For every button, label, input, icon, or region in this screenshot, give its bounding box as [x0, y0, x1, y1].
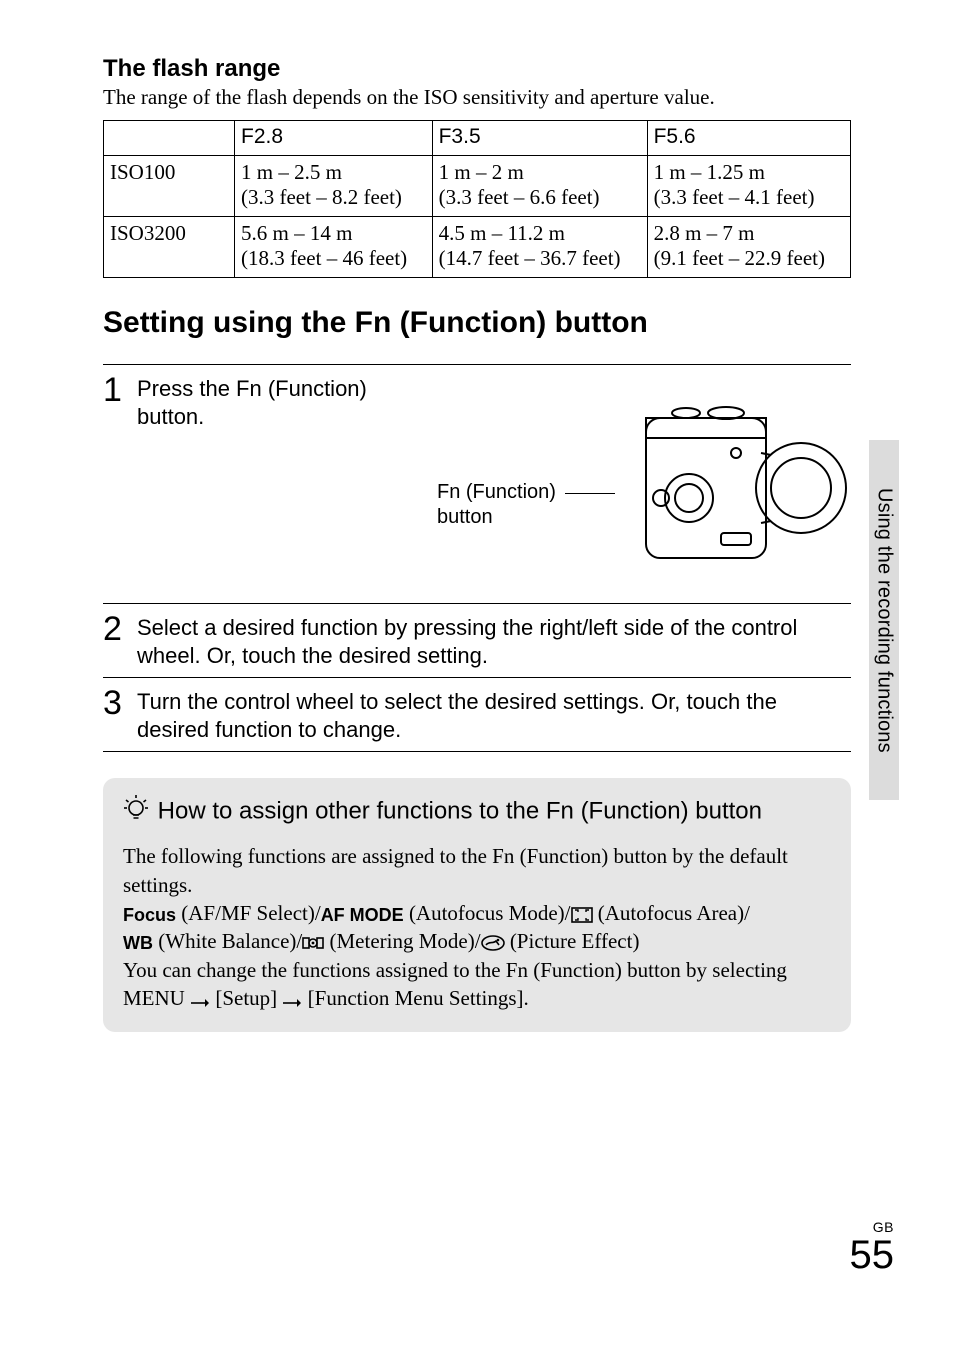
figure-callout-line1: Fn (Function) — [437, 481, 556, 503]
camera-illustration — [641, 393, 851, 578]
main-heading: Setting using the Fn (Function) button — [103, 306, 851, 340]
table-header-blank — [104, 121, 235, 156]
step-2: 2 Select a desired function by pressing … — [103, 603, 851, 677]
autofocus-area-icon — [571, 907, 593, 923]
step-number: 2 — [103, 610, 137, 646]
focus-label: Focus — [123, 903, 176, 927]
cell-metric: 1 m – 1.25 m — [654, 160, 844, 185]
lightbulb-icon — [123, 794, 151, 830]
tip-text: [Setup] — [215, 986, 282, 1010]
arrow-right-icon — [190, 998, 210, 1008]
leader-line — [565, 493, 615, 494]
cell-metric: 1 m – 2.5 m — [241, 160, 426, 185]
steps-list: 1 Press the Fn (Function) button. Fn (Fu… — [103, 364, 851, 752]
table-cell: 4.5 m – 11.2 m (14.7 feet – 36.7 feet) — [432, 217, 647, 278]
cell-metric: 4.5 m – 11.2 m — [439, 221, 641, 246]
table-row-label-iso3200: ISO3200 — [104, 217, 235, 278]
tip-text: (Picture Effect) — [505, 929, 640, 953]
step-1: 1 Press the Fn (Function) button. Fn (Fu… — [103, 364, 851, 603]
step-number: 3 — [103, 684, 137, 720]
table-cell: 5.6 m – 14 m (18.3 feet – 46 feet) — [235, 217, 433, 278]
tip-text: (Metering Mode)/ — [324, 929, 480, 953]
tip-body: The following functions are assigned to … — [123, 842, 831, 1012]
page-number-block: GB 55 — [850, 1219, 895, 1275]
step-figure: Fn (Function) button — [437, 375, 851, 595]
picture-effect-icon — [481, 935, 505, 951]
tip-box: How to assign other functions to the Fn … — [103, 778, 851, 1032]
table-header-f56: F5.6 — [647, 121, 850, 156]
table-header-f35: F3.5 — [432, 121, 647, 156]
step-3: 3 Turn the control wheel to select the d… — [103, 677, 851, 752]
document-page: Using the recording functions GB 55 The … — [0, 0, 954, 1345]
cell-imperial: (3.3 feet – 8.2 feet) — [241, 185, 426, 210]
side-chapter-tab: Using the recording functions — [869, 440, 899, 800]
tip-text: You can change the functions assigned to… — [123, 958, 787, 982]
tip-paragraph-2: Focus (AF/MF Select)/AF MODE (Autofocus … — [123, 899, 831, 956]
tip-text: (Autofocus Area)/ — [593, 901, 750, 925]
cell-imperial: (3.3 feet – 6.6 feet) — [439, 185, 641, 210]
cell-metric: 1 m – 2 m — [439, 160, 641, 185]
tip-paragraph-3: You can change the functions assigned to… — [123, 956, 831, 1013]
tip-text: (AF/MF Select)/ — [176, 901, 321, 925]
metering-mode-icon — [302, 935, 324, 951]
tip-title-text: How to assign other functions to the Fn … — [158, 797, 762, 824]
step-number: 1 — [103, 371, 137, 407]
table-header-f28: F2.8 — [235, 121, 433, 156]
flash-range-heading: The flash range — [103, 55, 851, 83]
flash-range-intro: The range of the flash depends on the IS… — [103, 85, 851, 110]
tip-menu-label: MENU — [123, 986, 185, 1010]
cell-imperial: (3.3 feet – 4.1 feet) — [654, 185, 844, 210]
step-text: Select a desired function by pressing th… — [137, 610, 851, 669]
page-number: 55 — [850, 1235, 895, 1275]
table-row: ISO3200 5.6 m – 14 m (18.3 feet – 46 fee… — [104, 217, 851, 278]
arrow-right-icon — [282, 998, 302, 1008]
figure-callout-line2: button — [437, 506, 493, 528]
table-cell: 1 m – 2.5 m (3.3 feet – 8.2 feet) — [235, 156, 433, 217]
cell-imperial: (9.1 feet – 22.9 feet) — [654, 246, 844, 271]
af-mode-label: AF MODE — [321, 903, 404, 927]
cell-metric: 5.6 m – 14 m — [241, 221, 426, 246]
table-row-label-iso100: ISO100 — [104, 156, 235, 217]
step-text: Turn the control wheel to select the des… — [137, 684, 851, 743]
side-chapter-label: Using the recording functions — [873, 488, 896, 753]
cell-imperial: (14.7 feet – 36.7 feet) — [439, 246, 641, 271]
table-cell: 2.8 m – 7 m (9.1 feet – 22.9 feet) — [647, 217, 850, 278]
tip-text: (Autofocus Mode)/ — [404, 901, 571, 925]
cell-imperial: (18.3 feet – 46 feet) — [241, 246, 426, 271]
tip-text: (White Balance)/ — [153, 929, 302, 953]
table-cell: 1 m – 2 m (3.3 feet – 6.6 feet) — [432, 156, 647, 217]
flash-range-table: F2.8 F3.5 F5.6 ISO100 1 m – 2.5 m (3.3 f… — [103, 120, 851, 278]
step-text: Press the Fn (Function) button. — [137, 375, 437, 595]
white-balance-label: WB — [123, 931, 153, 955]
tip-paragraph-1: The following functions are assigned to … — [123, 842, 831, 899]
tip-title: How to assign other functions to the Fn … — [123, 794, 831, 830]
figure-callout-label: Fn (Function) button — [437, 480, 556, 530]
table-row: ISO100 1 m – 2.5 m (3.3 feet – 8.2 feet)… — [104, 156, 851, 217]
tip-text: [Function Menu Settings]. — [308, 986, 529, 1010]
table-cell: 1 m – 1.25 m (3.3 feet – 4.1 feet) — [647, 156, 850, 217]
cell-metric: 2.8 m – 7 m — [654, 221, 844, 246]
table-header-row: F2.8 F3.5 F5.6 — [104, 121, 851, 156]
